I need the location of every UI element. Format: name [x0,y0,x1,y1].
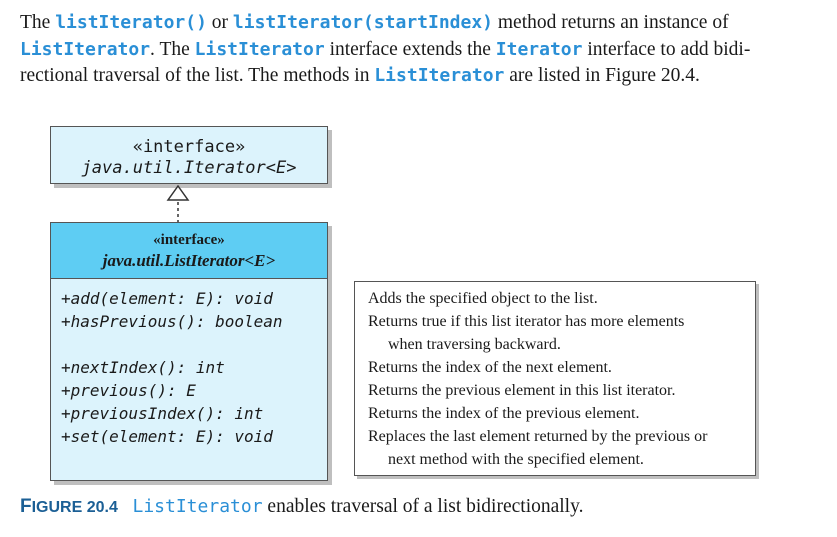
paragraph-line-2: ListIterator. The ListIterator interface… [20,37,820,64]
code-iterator-type: Iterator [495,38,583,60]
paragraph-line-1: The listIterator() or listIterator(start… [20,10,820,37]
listiterator-stereotype: «interface» [153,232,225,248]
code-listiterator-startindex: listIterator(startIndex) [232,12,494,33]
caption-text: enables traversal of a list bidirectiona… [262,496,584,517]
method-item: +nextIndex(): int [61,358,225,377]
listiterator-methods: +add(element: E): void +hasPrevious(): b… [61,287,283,448]
iterator-stereotype: «interface» [132,137,246,157]
text: rectional traversal of the list. The met… [20,65,375,86]
text: . The [150,38,195,60]
method-item: +add(element: E): void [61,289,273,308]
code-listiterator: listIterator() [55,12,207,33]
method-item: +previousIndex(): int [61,404,264,423]
text: IGURE 20.4 [31,499,118,516]
listiterator-header: «interface» java.util.ListIterator<E> [51,223,327,279]
caption-code: ListIterator [132,496,263,517]
code-listiterator-type: ListIterator [374,65,505,86]
description-item: Returns true if this list iterator has m… [368,313,685,330]
code-listiterator-type: ListIterator [194,38,325,60]
text: interface to add bidi- [582,38,751,60]
paragraph-line-3: rectional traversal of the list. The met… [20,63,820,90]
method-descriptions: Adds the specified object to the list. R… [368,287,707,471]
text: or [206,12,233,33]
figure-label: FIGURE 20.4 [20,496,118,517]
description-item: Adds the specified object to the list. [368,290,598,307]
text: method returns an instance of [493,12,729,33]
intro-paragraph: The listIterator() or listIterator(start… [20,10,820,90]
method-item: +set(element: E): void [61,427,273,446]
iterator-interface-box: «interface» java.util.Iterator<E> [50,126,328,184]
iterator-name: java.util.Iterator<E> [81,158,297,178]
method-descriptions-box: Adds the specified object to the list. R… [354,281,756,476]
description-item: Returns the index of the previous elemen… [368,405,640,422]
description-item: Replaces the last element returned by th… [368,428,708,445]
text: are listed in Figure 20.4. [504,65,700,86]
description-item: Returns the index of the next element. [368,359,612,376]
text: The [20,12,56,33]
listiterator-name: java.util.ListIterator<E> [102,251,276,270]
description-item-continued: when traversing backward. [388,336,561,353]
listiterator-interface-box: «interface» java.util.ListIterator<E> +a… [50,222,328,481]
method-item: +hasPrevious(): boolean [61,312,283,331]
inheritance-arrow [166,184,190,222]
description-item: Returns the previous element in this lis… [368,382,676,399]
text: interface extends the [324,38,496,60]
code-listiterator-type: ListIterator [20,38,151,60]
figure-caption: FIGURE 20.4 ListIterator enables travers… [20,496,583,518]
text: F [20,496,32,517]
description-item-continued: next method with the specified element. [388,451,644,468]
method-item: +previous(): E [61,381,196,400]
